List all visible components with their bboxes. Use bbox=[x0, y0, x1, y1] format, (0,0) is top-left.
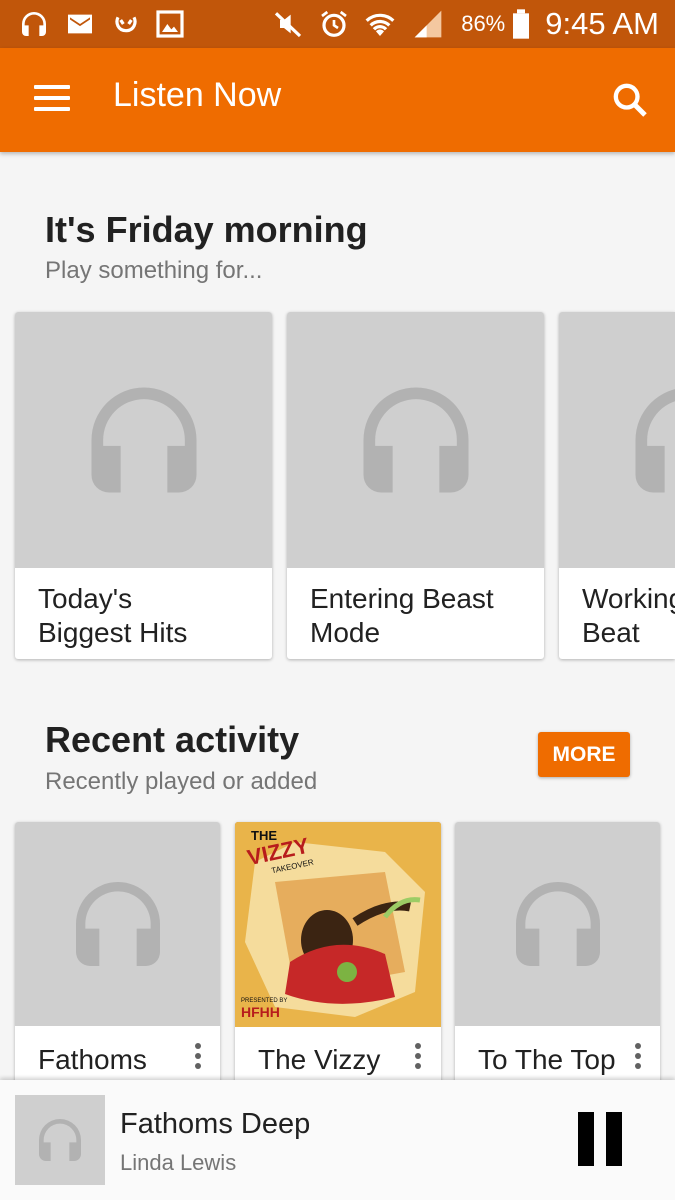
headphones-icon bbox=[635, 389, 675, 493]
status-right: 86% 9:45 AM bbox=[461, 0, 659, 48]
alarm-icon bbox=[321, 10, 347, 37]
status-bar: 86% 9:45 AM bbox=[0, 0, 675, 48]
now-playing-bar[interactable]: Fathoms Deep Linda Lewis bbox=[0, 1080, 675, 1200]
section-title-recent: Recent activity bbox=[45, 719, 300, 760]
overflow-menu-icon[interactable] bbox=[630, 1043, 646, 1073]
headphones-icon bbox=[39, 1119, 81, 1161]
card-label: The Vizzy bbox=[258, 1044, 381, 1075]
card-label: Today's Biggest Hits bbox=[38, 583, 188, 648]
section-title-friday: It's Friday morning bbox=[45, 209, 368, 250]
card-label: Entering Beast Mode bbox=[310, 583, 494, 648]
pause-button[interactable] bbox=[576, 1112, 624, 1166]
more-button[interactable]: MORE bbox=[538, 732, 630, 777]
battery-icon bbox=[513, 9, 530, 39]
signal-icon bbox=[414, 10, 442, 38]
now-playing-artist: Linda Lewis bbox=[120, 1150, 237, 1175]
voicemail-icon bbox=[115, 16, 137, 33]
playlist-card[interactable]: Today's Biggest Hits bbox=[15, 312, 272, 659]
cover-text-hfhh: HFHH bbox=[241, 1004, 280, 1020]
headphones-icon bbox=[363, 387, 468, 493]
overflow-menu-icon[interactable] bbox=[410, 1043, 426, 1073]
album-art-placeholder bbox=[559, 312, 675, 568]
card-label: To The Top bbox=[478, 1044, 616, 1075]
app-bar: Listen Now bbox=[0, 48, 675, 152]
album-art-placeholder bbox=[15, 312, 272, 568]
section-subtitle-recent: Recently played or added bbox=[45, 768, 318, 795]
section-subtitle-friday: Play something for... bbox=[45, 257, 263, 284]
headphones-icon bbox=[515, 882, 600, 966]
overflow-menu-icon[interactable] bbox=[190, 1043, 206, 1073]
album-art-placeholder bbox=[287, 312, 544, 568]
album-art-placeholder bbox=[455, 822, 660, 1026]
search-icon[interactable] bbox=[610, 80, 650, 120]
headphones-icon bbox=[91, 387, 196, 493]
gallery-icon bbox=[156, 10, 184, 38]
mute-icon bbox=[274, 12, 302, 38]
headset-icon bbox=[22, 12, 46, 36]
album-cover-vizzy: THE VIZZY TAKEOVER PRESENTED BY HFHH bbox=[235, 822, 441, 1027]
mail-icon bbox=[68, 14, 92, 34]
page-title: Listen Now bbox=[113, 76, 282, 114]
album-art-placeholder bbox=[15, 822, 220, 1026]
headphones-icon bbox=[75, 882, 160, 966]
recent-card[interactable]: THE VIZZY TAKEOVER PRESENTED BY HFHH The… bbox=[235, 822, 441, 1122]
wifi-icon bbox=[365, 13, 395, 36]
playlist-card[interactable]: Working Beat bbox=[559, 312, 675, 659]
menu-icon[interactable] bbox=[34, 85, 70, 115]
card-label: Working Beat bbox=[582, 583, 675, 648]
now-playing-title: Fathoms Deep bbox=[120, 1108, 311, 1140]
battery-percent: 86% bbox=[461, 11, 506, 36]
recent-card[interactable]: To The Top bbox=[455, 822, 660, 1122]
recent-card[interactable]: Fathoms bbox=[15, 822, 220, 1122]
card-label: Fathoms bbox=[38, 1044, 147, 1075]
playlist-card[interactable]: Entering Beast Mode bbox=[287, 312, 544, 659]
now-playing-thumbnail bbox=[15, 1095, 105, 1185]
clock: 9:45 AM bbox=[545, 6, 659, 41]
